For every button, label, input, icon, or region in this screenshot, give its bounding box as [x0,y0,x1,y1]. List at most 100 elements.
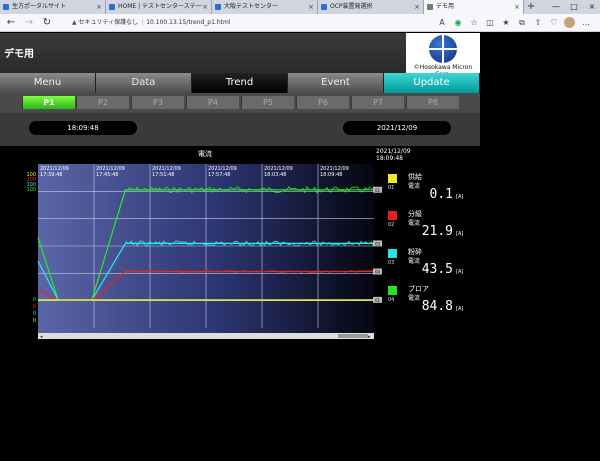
legend-item-classifier: 02 分級 電流 21.9 [A] [384,209,480,245]
refresh-icon[interactable]: ↻ [40,16,54,30]
page-button-p8[interactable]: P8 [406,96,459,109]
browser-tab-label: 生方ポータルサイト [12,3,67,10]
right-markers: 02 03 04 01 [373,186,382,303]
new-tab-button[interactable]: + [524,0,538,14]
x-tick-time: 17:57:48 [208,172,230,178]
menu-tab-trend[interactable]: Trend [192,73,288,93]
close-window-icon[interactable]: × [584,0,600,14]
browser-tab-label: HOME | テストセンターステー [118,3,202,10]
y-axis-label: 0 [33,311,36,317]
chart-scrollbar[interactable] [38,333,374,339]
browser-essentials-icon[interactable]: ♡ [548,17,560,29]
menu-tab-menu[interactable]: Menu [0,73,96,93]
page-selector: P1 P2 P3 P4 P5 P6 P7 P8 [0,93,480,113]
series-marker-label: 01 [375,298,381,303]
read-aloud-icon[interactable]: A [436,17,448,29]
page-button-p1[interactable]: P1 [22,96,75,109]
page-button-p5[interactable]: P5 [241,96,294,109]
series-marker-label: 04 [375,270,381,275]
minimize-icon[interactable]: — [548,0,564,14]
url-field[interactable]: ▲ セキュリティ保護なし | 10.100.13.15/trend_p1.html [72,17,432,29]
x-tick-time: 17:45:48 [96,172,118,178]
legend-swatch [388,174,397,183]
avatar[interactable] [564,17,575,28]
legend-number: 02 [388,222,395,228]
browser-tab-4[interactable]: OCP装置発選択 × [318,0,424,14]
menu-tab-event[interactable]: Event [288,73,384,93]
warning-icon: ▲ [72,19,77,26]
y-axis-label: 100 [26,187,36,193]
page-button-p7[interactable]: P7 [351,96,404,109]
menu-tab-data[interactable]: Data [96,73,192,93]
page-icon [427,4,433,10]
browser-tab-active[interactable]: デモ用 × [424,0,524,14]
browser-tab-3[interactable]: 大阪テストセンター × [212,0,318,14]
x-tick-time: 17:39:48 [40,172,62,178]
chart-datestamp: 2021/12/09 18:09:48 [376,148,411,162]
collections-icon[interactable]: ⧉ [516,17,528,29]
legend-swatch [388,211,397,220]
x-tick-time: 17:51:48 [152,172,174,178]
page-button-p2[interactable]: P2 [76,96,129,109]
legend-value: 84.8 [421,299,453,314]
legend-unit: [A] [456,269,464,275]
chart-scrollbar-thumb[interactable] [338,334,368,338]
legend-number: 01 [388,185,395,191]
chart-time: 18:09:48 [376,155,403,162]
series-marker-label: 02 [375,188,381,193]
x-tick-time: 18:03:48 [264,172,286,178]
browser-tab-1[interactable]: 生方ポータルサイト × [0,0,106,14]
app-title: デモ用 [4,49,34,60]
browser-tab-label: デモ用 [436,3,455,10]
current-date: 2021/12/09 [343,121,451,135]
legend-item-blower: 04 ブロア 電流 84.8 [A] [384,284,480,320]
favorite-icon[interactable]: ☆ [468,17,480,29]
split-screen-icon[interactable]: ◫ [484,17,496,29]
company-logo: ©Hosokawa Micron Corp. [406,33,480,78]
close-icon[interactable]: × [202,0,208,14]
close-icon[interactable]: × [96,0,102,14]
favicon-icon [109,4,115,10]
y-axis-label: 0 [33,318,36,324]
y-axis-label: 0 [33,304,36,310]
more-icon[interactable]: … [580,17,592,29]
legend-value: 0.1 [429,187,453,202]
legend-unit: [A] [456,306,464,312]
page-button-p3[interactable]: P3 [131,96,184,109]
forward-icon[interactable]: → [22,16,36,30]
legend-swatch [388,249,397,258]
maximize-icon[interactable]: □ [566,0,582,14]
close-icon[interactable]: × [514,0,520,14]
chart-date: 2021/12/09 [376,148,411,155]
chart-title: 電流 [198,149,212,158]
favorites-icon[interactable]: ★ [500,17,512,29]
legend-value: 21.9 [421,224,453,239]
left-axis-labels: 1001001001000000 [26,172,36,324]
legend-item-supply: 01 供給 電流 0.1 [A] [384,172,480,208]
favicon-icon [215,4,221,10]
legend-unit: [A] [456,231,464,237]
close-icon[interactable]: × [308,0,314,14]
address-bar: ← → ↻ ▲ セキュリティ保護なし | 10.100.13.15/trend_p1… [0,14,600,32]
time-bar: 18:09:48 2021/12/09 [0,113,480,146]
url-text: 10.100.13.15/trend_p1.html [146,19,231,26]
legend-number: 04 [388,297,395,303]
y-axis-label: 0 [33,297,36,303]
current-time: 18:09:48 [29,121,137,135]
page-button-p4[interactable]: P4 [186,96,239,109]
menu-tab-update[interactable]: Update [384,73,480,93]
extension-icon[interactable]: ◉ [452,17,464,29]
share-icon[interactable]: ⇧ [532,17,544,29]
security-label: セキュリティ保護なし [78,19,139,26]
close-icon[interactable]: × [414,0,420,14]
browser-tabstrip: 生方ポータルサイト × HOME | テストセンターステー × 大阪テストセンター ×… [0,0,600,14]
browser-tab-2[interactable]: HOME | テストセンターステー × [106,0,212,14]
page-button-p6[interactable]: P6 [296,96,349,109]
favicon-icon [321,4,327,10]
main-menu: Menu Data Trend Event Update [0,73,480,93]
browser-tab-label: OCP装置発選択 [330,3,373,10]
x-tick-time: 18:09:48 [320,172,342,178]
back-icon[interactable]: ← [4,16,18,30]
favicon-icon [3,4,9,10]
legend-value: 43.5 [421,262,453,277]
